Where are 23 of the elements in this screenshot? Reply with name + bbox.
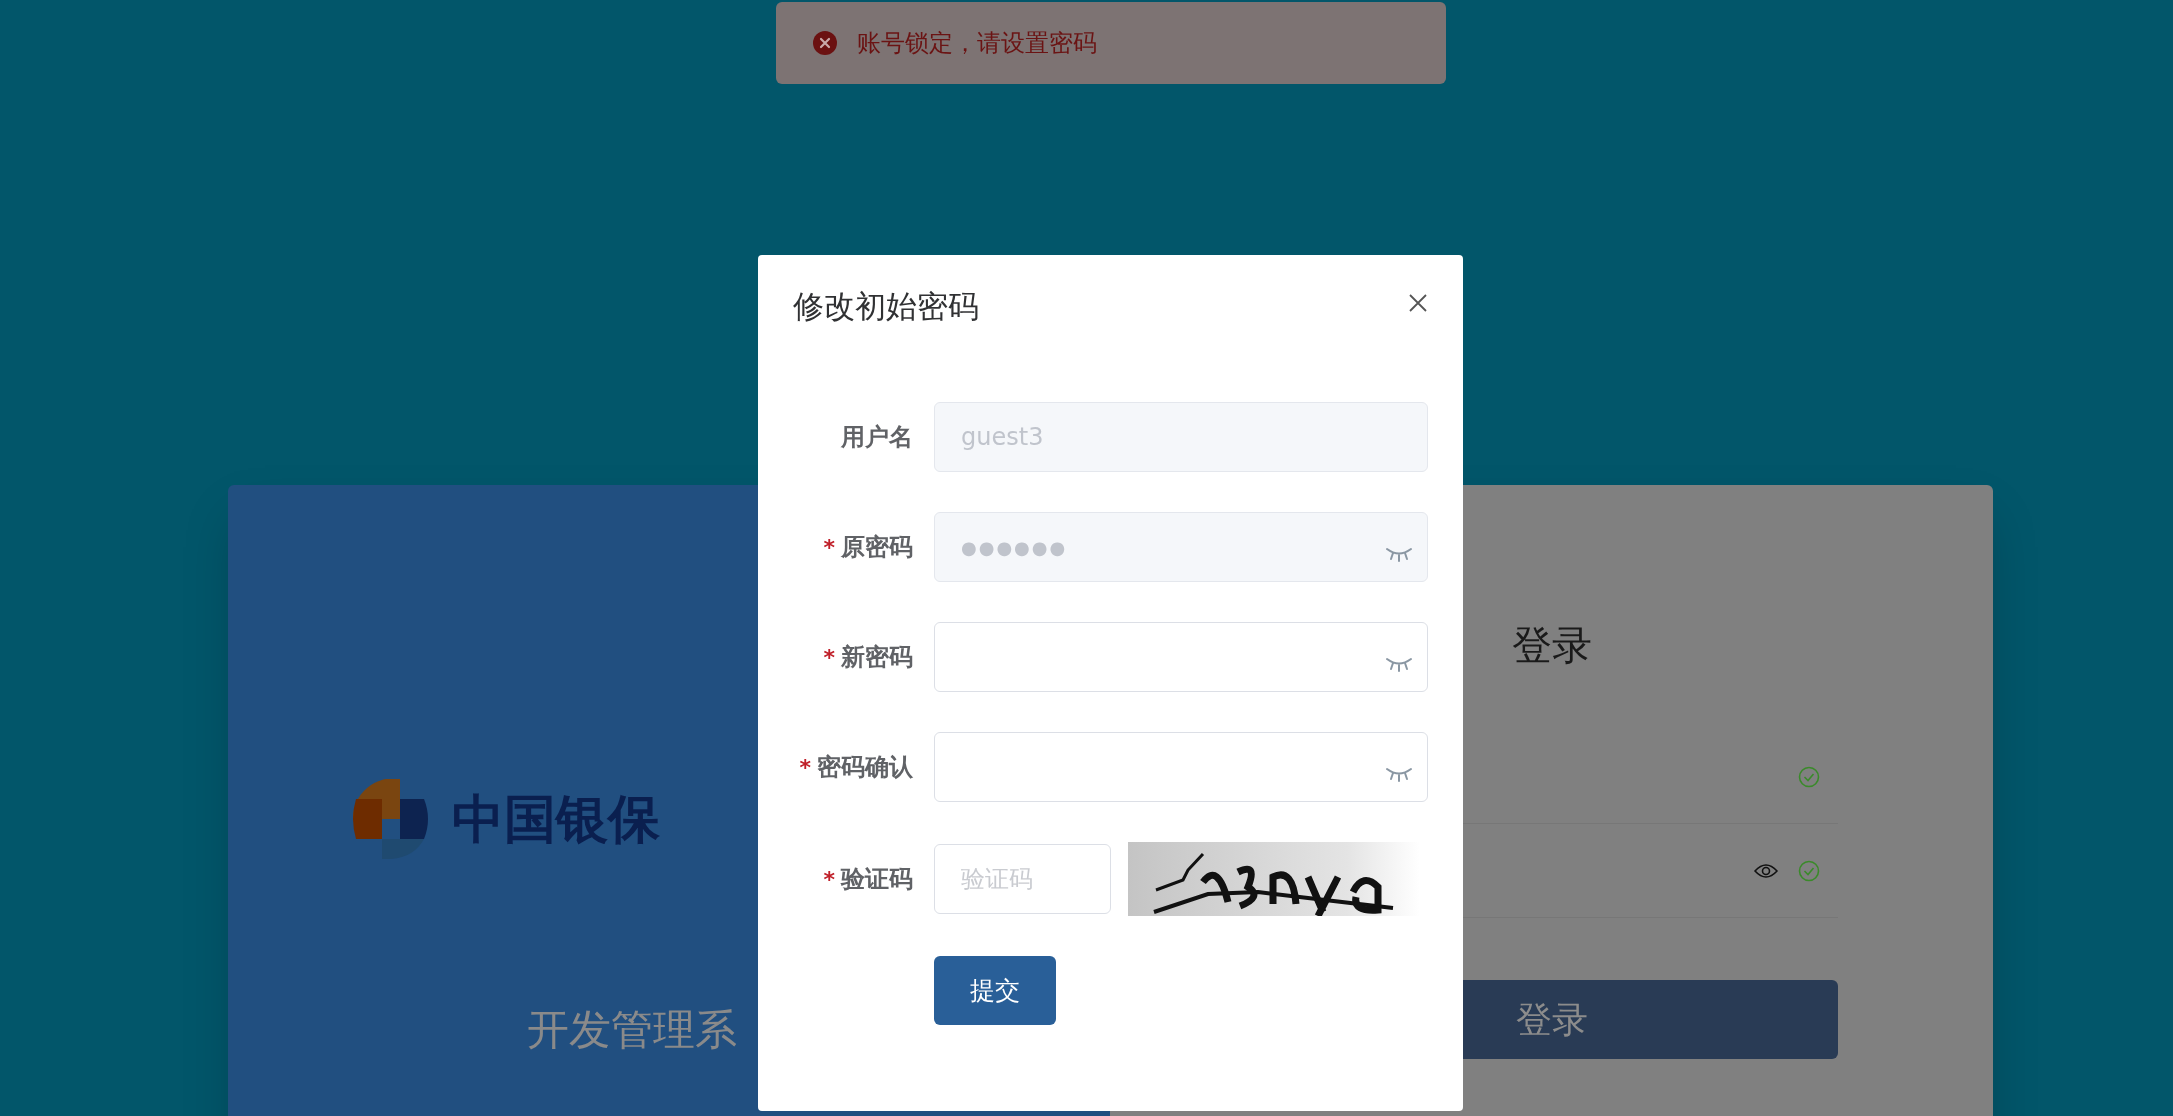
check-circle-icon bbox=[1797, 765, 1820, 788]
eye-closed-icon[interactable] bbox=[1385, 656, 1413, 672]
field-value: ●●●●●● bbox=[961, 535, 1068, 560]
login-title: 登录 bbox=[1511, 625, 1592, 665]
text-field[interactable] bbox=[934, 622, 1428, 692]
required-mark: * bbox=[823, 533, 835, 562]
required-mark: * bbox=[823, 643, 835, 672]
check-circle-icon bbox=[1797, 859, 1820, 882]
toast-message: 账号锁定，请设置密码 bbox=[857, 28, 1097, 59]
field-label: 用户名 bbox=[841, 422, 913, 453]
required-mark: * bbox=[823, 865, 835, 894]
close-icon[interactable] bbox=[1408, 293, 1428, 313]
dialog-title: 修改初始密码 bbox=[793, 291, 979, 322]
field-label: 新密码 bbox=[841, 642, 913, 673]
field-label: 原密码 bbox=[841, 532, 913, 563]
field-label: 验证码 bbox=[841, 864, 913, 895]
text-field[interactable] bbox=[934, 732, 1428, 802]
field-label: 密码确认 bbox=[817, 752, 913, 783]
system-subtitle: 开发管理系 bbox=[527, 1009, 738, 1051]
eye-closed-icon[interactable] bbox=[1385, 766, 1413, 782]
eye-icon[interactable] bbox=[1753, 862, 1778, 879]
required-mark: * bbox=[799, 753, 811, 782]
submit-button[interactable]: 提交 bbox=[934, 956, 1056, 1025]
